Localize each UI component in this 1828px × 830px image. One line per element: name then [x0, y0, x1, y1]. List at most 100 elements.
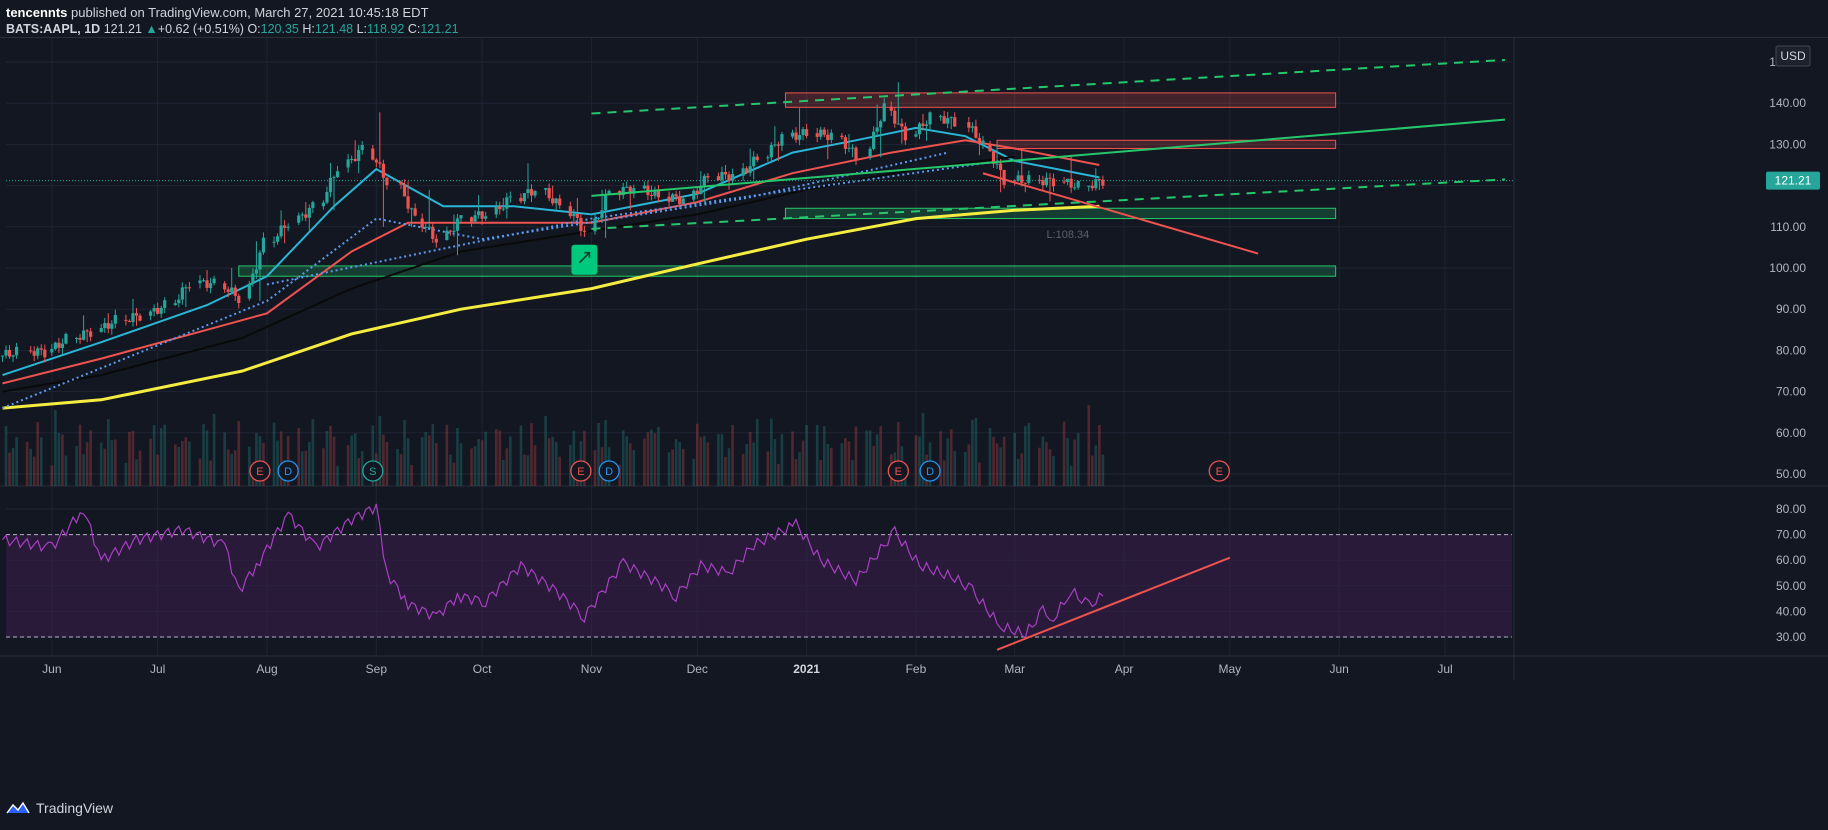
candle-body	[1002, 169, 1006, 185]
event-label: D	[284, 466, 292, 478]
volume-bar	[964, 451, 967, 486]
candle-body	[127, 320, 132, 323]
candle-body	[57, 342, 61, 348]
candle-body	[420, 218, 424, 228]
candle-body	[385, 177, 389, 186]
candle-body	[998, 163, 1003, 170]
rsi-band	[6, 534, 1512, 637]
candle-body	[50, 348, 54, 353]
volume-bar	[791, 431, 794, 486]
candle-body	[939, 116, 943, 118]
volume-bar	[163, 424, 167, 486]
event-label: E	[895, 466, 902, 478]
candle-body	[371, 148, 375, 160]
time-tick-label: Mar	[1004, 662, 1025, 676]
volume-bar	[1087, 405, 1091, 486]
candle-body	[921, 123, 925, 126]
candle-body	[251, 273, 255, 284]
candle-body	[942, 116, 946, 124]
volume-bar	[942, 460, 946, 486]
chart-canvas[interactable]: L:108.34 E D S E D E D E 50.00 60.00 70.00 80.00 90…	[0, 0, 1828, 830]
volume-bar	[625, 436, 629, 486]
volume-bar	[205, 430, 209, 486]
volume-bar	[484, 431, 487, 486]
candle-body	[840, 135, 844, 138]
event-label: E	[256, 466, 263, 478]
trendlines-layer	[6, 58, 1514, 255]
candle-body	[505, 197, 509, 209]
candle-body	[350, 158, 354, 160]
volume-bar	[501, 460, 505, 486]
volume-bar	[128, 431, 131, 486]
candle-body	[533, 190, 537, 196]
volume-bar	[346, 445, 350, 486]
candle-body	[544, 188, 548, 190]
symbol-label[interactable]: BATS:AAPL, 1D	[6, 22, 100, 36]
moving-average-line	[2, 126, 1100, 377]
candle-body	[173, 303, 177, 306]
volume-bar	[628, 443, 632, 486]
candle-body	[706, 175, 710, 178]
candle-body	[307, 207, 311, 218]
candle-body	[790, 132, 795, 137]
volume-bar	[995, 443, 999, 486]
volume-bar	[427, 435, 431, 486]
volume-bar	[85, 442, 89, 486]
candle-body	[85, 330, 89, 332]
volume-bar	[703, 436, 706, 486]
footer-branding[interactable]: TradingView	[6, 800, 113, 816]
volume-bar	[847, 441, 851, 486]
candle-body	[1087, 185, 1091, 187]
candle-body	[780, 134, 784, 146]
volume-bar	[695, 423, 699, 486]
trendline	[591, 178, 1506, 230]
rsi-tick-label: 70.00	[1776, 528, 1806, 542]
candle-body	[431, 226, 435, 239]
candle-body	[970, 126, 974, 128]
price-tick-label: 100.00	[1769, 261, 1806, 275]
volume-bar	[322, 448, 325, 486]
volume-bar	[851, 460, 854, 486]
candle-body	[554, 198, 558, 204]
volume-bar	[822, 426, 826, 486]
volume-bar	[29, 448, 32, 486]
volume-bar	[554, 442, 558, 486]
candle-body	[1048, 177, 1052, 179]
volume-bar	[138, 450, 142, 486]
volume-bar	[276, 440, 279, 486]
volume-bar	[473, 446, 477, 486]
volume-bar	[184, 437, 188, 486]
candle-body	[424, 226, 428, 228]
candle-body	[247, 283, 251, 299]
zone-label: L:108.34	[1046, 229, 1089, 241]
open-value: 120.35	[260, 22, 299, 36]
candle-body	[205, 280, 209, 288]
time-tick-label: 2021	[793, 662, 820, 676]
candle-body	[332, 177, 336, 179]
candle-body	[879, 121, 883, 128]
volume-bar	[300, 451, 304, 486]
volume-bar	[1076, 433, 1080, 486]
candle-body	[237, 295, 241, 303]
publisher-name[interactable]: tencennts	[6, 5, 67, 20]
candle-body	[163, 300, 167, 308]
candle-body	[0, 355, 5, 357]
time-tick-label: Oct	[473, 662, 492, 676]
volume-bar	[953, 451, 957, 486]
volume-bar	[1016, 458, 1020, 486]
volume-bar	[551, 436, 554, 486]
volume-bar	[597, 422, 600, 486]
candle-body	[1023, 182, 1027, 184]
volume-bar	[382, 434, 385, 486]
volume-bar	[826, 444, 830, 486]
candle-body	[53, 342, 57, 349]
candle-body	[575, 213, 579, 218]
volume-bar	[868, 430, 872, 486]
volume-bar	[946, 438, 949, 486]
volume-bar	[971, 419, 974, 486]
candle-body	[124, 319, 128, 321]
currency-label: USD	[1780, 49, 1806, 63]
volume-bar	[1020, 453, 1024, 486]
volume-bar	[329, 425, 332, 486]
volume-bar	[89, 430, 92, 486]
